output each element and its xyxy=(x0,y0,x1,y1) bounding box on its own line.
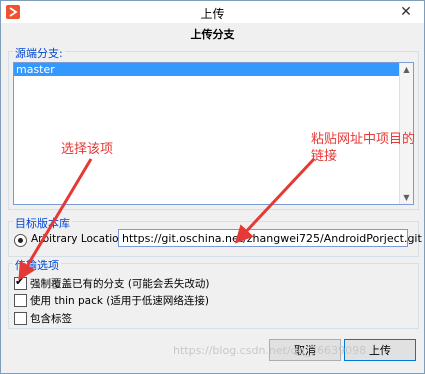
watermark: https://blog.csdn.net/qq_36639098 xyxy=(173,344,367,357)
arrow-to-url xyxy=(234,157,316,244)
arrow-to-checkbox xyxy=(18,158,93,281)
annotation-arrows xyxy=(18,157,316,281)
upload-dialog: 上传 ✕ 上传分支 源端分支: master ▲ ▼ 目标版本库 Arbitra… xyxy=(0,0,425,374)
